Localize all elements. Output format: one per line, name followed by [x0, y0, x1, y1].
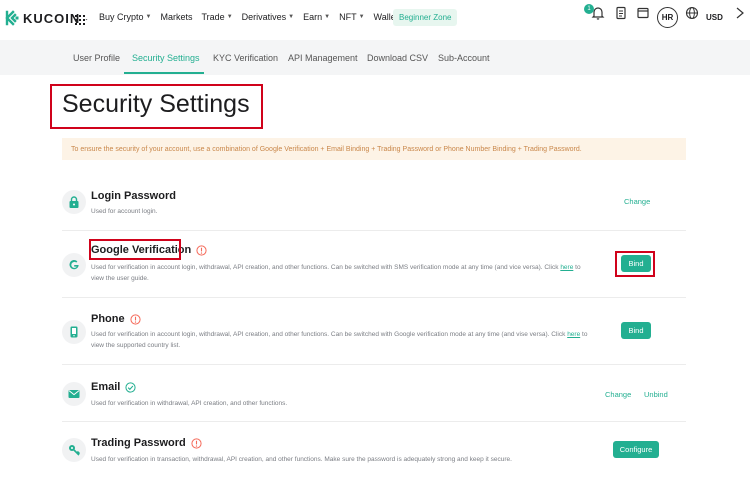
bind-phone-button[interactable]: Bind	[621, 322, 651, 339]
google-verification-icon-wrap	[62, 253, 86, 277]
highlight-box-bind-button	[615, 251, 655, 277]
security-notice-banner: To ensure the security of your account, …	[62, 138, 686, 160]
supported-countries-link[interactable]: here	[567, 331, 580, 338]
trading-password-title: Trading Password	[91, 437, 202, 449]
chevron-down-icon: ▼	[324, 14, 331, 20]
key-icon	[69, 445, 81, 456]
google-user-guide-link[interactable]: here	[560, 264, 573, 271]
user-avatar[interactable]: HR	[657, 7, 678, 28]
google-verification-description: Used for verification in account login, …	[91, 264, 581, 282]
phone-icon-wrap	[62, 320, 86, 344]
apps-grid-icon[interactable]	[74, 12, 88, 26]
tab-user-profile[interactable]: User Profile	[73, 53, 120, 63]
language-globe-icon[interactable]	[683, 4, 701, 22]
tab-security-settings[interactable]: Security Settings	[132, 53, 200, 63]
tab-download-csv[interactable]: Download CSV	[367, 53, 428, 63]
brand-name: KUCOIN	[23, 10, 81, 26]
active-tab-indicator	[124, 72, 204, 74]
google-g-icon	[69, 260, 79, 270]
security-row-login-password: Login Password Used for account login. C…	[62, 178, 686, 231]
menu-toggle-icon[interactable]	[731, 4, 749, 22]
nav-item-earn[interactable]: Earn ▼	[303, 12, 330, 22]
kucoin-logo[interactable]: KUCOIN	[4, 10, 80, 26]
chevron-down-icon: ▼	[358, 14, 365, 20]
configure-trading-password-button[interactable]: Configure	[613, 441, 659, 458]
tab-api-management[interactable]: API Management	[288, 53, 358, 63]
assets-folder-icon[interactable]	[634, 4, 652, 22]
nav-item-trade[interactable]: Trade ▼	[202, 12, 233, 22]
lock-icon	[69, 196, 79, 208]
chevron-down-icon: ▼	[145, 14, 152, 20]
beginner-zone-button[interactable]: Beginner Zone	[393, 9, 458, 26]
chevron-down-icon: ▼	[288, 14, 295, 20]
chevron-down-icon: ▼	[226, 14, 233, 20]
main-menu: Buy Crypto ▼ Markets Trade ▼ Derivatives ▼ Earn…	[99, 12, 415, 22]
email-icon-wrap	[62, 382, 86, 406]
highlight-box-google-verification	[89, 239, 181, 260]
login-password-description: Used for account login.	[91, 208, 158, 215]
top-navigation: KUCOIN Buy Crypto ▼ Markets Trade ▼ Derivativ…	[0, 0, 750, 38]
trading-password-description: Used for verification in transaction, wi…	[91, 456, 512, 463]
account-tabs: User Profile Security Settings KYC Verif…	[0, 40, 750, 75]
unbind-email-link[interactable]: Unbind	[644, 390, 668, 399]
warning-icon	[191, 437, 202, 449]
email-title: Email	[91, 381, 136, 393]
warning-icon	[196, 244, 207, 256]
nav-item-buy-crypto[interactable]: Buy Crypto ▼	[99, 12, 151, 22]
security-row-phone: Phone Used for verification in account l…	[62, 298, 686, 365]
kucoin-logo-icon	[5, 10, 19, 26]
tab-kyc-verification[interactable]: KYC Verification	[213, 53, 278, 63]
notification-count-badge: 1	[584, 4, 594, 14]
change-login-password-link[interactable]: Change	[624, 197, 650, 206]
login-password-icon-wrap	[62, 190, 86, 214]
security-row-email: Email Used for verification in withdrawa…	[62, 365, 686, 422]
nav-item-derivatives[interactable]: Derivatives ▼	[242, 12, 294, 22]
nav-item-markets[interactable]: Markets	[160, 12, 192, 22]
email-description: Used for verification in withdrawal, API…	[91, 400, 288, 407]
security-row-trading-password: Trading Password Used for verification i…	[62, 422, 686, 478]
highlight-box-title	[50, 84, 263, 129]
orders-document-icon[interactable]	[612, 4, 630, 22]
nav-item-nft[interactable]: NFT ▼	[339, 12, 364, 22]
verified-check-icon	[125, 381, 136, 393]
phone-title: Phone	[91, 313, 141, 325]
envelope-icon	[68, 390, 80, 398]
phone-description: Used for verification in account login, …	[91, 331, 588, 349]
warning-icon	[130, 313, 141, 325]
trading-password-icon-wrap	[62, 438, 86, 462]
change-email-link[interactable]: Change	[605, 390, 631, 399]
tab-sub-account[interactable]: Sub-Account	[438, 53, 490, 63]
currency-selector[interactable]: USD	[706, 13, 723, 22]
login-password-title: Login Password	[91, 190, 176, 202]
phone-icon	[70, 326, 78, 338]
